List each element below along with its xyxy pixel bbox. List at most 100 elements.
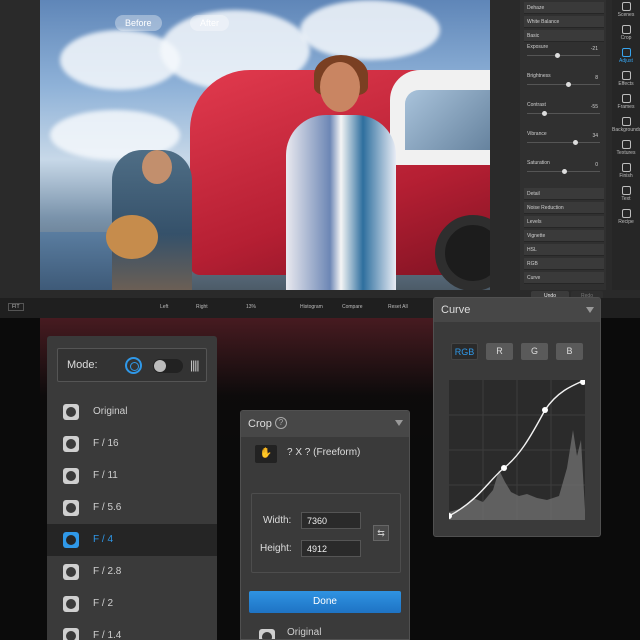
tool-label: Frames: [617, 104, 635, 110]
channel-rgb-button[interactable]: RGB: [451, 343, 478, 360]
slider-knob[interactable]: [562, 169, 567, 174]
aspect-ratio-icon[interactable]: ✋: [255, 445, 277, 463]
slider-value: -55: [590, 104, 598, 110]
aperture-ring-icon[interactable]: [125, 357, 142, 374]
slider-track[interactable]: [527, 113, 600, 114]
tool-text[interactable]: Text: [612, 186, 640, 202]
done-button[interactable]: Done: [249, 591, 401, 613]
crop-panel: Crop ? ✋ ? X ? (Freeform) Width: Height:…: [240, 410, 410, 640]
adjust-section[interactable]: Basic: [524, 30, 604, 42]
slider-knob[interactable]: [573, 140, 579, 145]
aperture-item[interactable]: F / 11: [47, 460, 217, 492]
tool-label: Textures: [616, 150, 636, 156]
curve-point[interactable]: [501, 465, 507, 471]
adjust-section[interactable]: Dehaze: [524, 2, 604, 14]
slider-track[interactable]: [527, 142, 600, 143]
slider-track[interactable]: [527, 84, 600, 85]
adjust-section[interactable]: HSL: [524, 244, 604, 256]
rotate-right-button[interactable]: Right: [196, 304, 208, 310]
compare-button[interactable]: Compare: [342, 304, 363, 310]
adjust-section[interactable]: White Balance: [524, 16, 604, 28]
text-icon: [621, 186, 631, 195]
channel-g-button[interactable]: G: [521, 343, 548, 360]
adjust-slider-brightness[interactable]: Brightness 8: [524, 73, 604, 87]
adjust-section[interactable]: Levels: [524, 216, 604, 228]
aperture-item[interactable]: F / 4: [47, 524, 217, 556]
slider-knob[interactable]: [565, 82, 571, 87]
info-icon[interactable]: ?: [275, 417, 287, 429]
curve-point[interactable]: [542, 407, 548, 413]
aperture-label: F / 16: [93, 438, 119, 449]
aperture-item[interactable]: Original: [47, 396, 217, 428]
original-aperture-icon: [259, 629, 275, 639]
aperture-mode-panel: Mode: |||| Original F / 16 F / 11 F / 5.6 F …: [47, 336, 217, 640]
adjust-section[interactable]: RGB: [524, 258, 604, 270]
after-label[interactable]: After: [190, 15, 230, 31]
adjust-icon: [621, 48, 631, 57]
curve-panel-header: Curve: [434, 298, 600, 322]
aspect-ratio-select[interactable]: ? X ? (Freeform): [287, 447, 360, 458]
mode-header: Mode: ||||: [57, 348, 207, 382]
mode-toggle[interactable]: [153, 359, 183, 373]
tool-frames[interactable]: Frames: [612, 94, 640, 110]
aperture-item[interactable]: F / 5.6: [47, 492, 217, 524]
adjust-slider-saturation[interactable]: Saturation 0: [524, 160, 604, 174]
aperture-item[interactable]: F / 2: [47, 588, 217, 620]
aperture-icon: [63, 596, 79, 612]
adjust-section[interactable]: Noise Reduction: [524, 202, 604, 214]
tool-label: Text: [621, 196, 631, 202]
slider-value: 8: [595, 75, 598, 81]
rotate-left-button[interactable]: Left: [160, 304, 168, 310]
fit-dropdown[interactable]: FIT: [8, 303, 24, 311]
linear-mode-icon[interactable]: ||||: [190, 358, 200, 372]
width-label: Width:: [263, 515, 292, 526]
aperture-icon: [63, 532, 79, 548]
tool-label: Crop: [620, 35, 632, 41]
tool-scenes[interactable]: Scenes: [612, 2, 640, 18]
photo-canvas[interactable]: Before After: [40, 0, 490, 290]
tool-textures[interactable]: Textures: [612, 140, 640, 156]
aperture-icon: [63, 468, 79, 484]
channel-b-button[interactable]: B: [556, 343, 583, 360]
aperture-label: F / 1.4: [93, 630, 122, 640]
tool-finish[interactable]: Finish: [612, 163, 640, 179]
reset-all-button[interactable]: Reset All: [388, 304, 408, 310]
slider-value: -21: [590, 46, 598, 52]
slider-track[interactable]: [527, 55, 600, 56]
swap-dimensions-icon[interactable]: ⇆: [373, 525, 389, 541]
textures-icon: [621, 140, 631, 149]
adjust-section[interactable]: Vignette: [524, 230, 604, 242]
aperture-item[interactable]: F / 1.4: [47, 620, 217, 640]
guitar-shape: [106, 215, 158, 259]
adjust-slider-contrast[interactable]: Contrast -55: [524, 102, 604, 116]
collapse-caret-icon[interactable]: [586, 307, 594, 313]
adjust-panel: Dehaze White Balance Basic Exposure -21 Brigh…: [520, 0, 606, 290]
curve-graph[interactable]: [449, 380, 585, 520]
aperture-label: Original: [93, 406, 128, 417]
tool-crop[interactable]: Crop: [612, 25, 640, 41]
adjust-section[interactable]: Detail: [524, 188, 604, 200]
aperture-item[interactable]: F / 2.8: [47, 556, 217, 588]
tool-adjust[interactable]: Adjust: [612, 48, 640, 64]
slider-label: Brightness: [527, 73, 551, 79]
scenes-icon: [621, 2, 631, 11]
crop-original-item[interactable]: Original: [287, 627, 321, 638]
adjust-slider-vibrance[interactable]: Vibrance 34: [524, 131, 604, 145]
aperture-icon: [63, 436, 79, 452]
collapse-caret-icon[interactable]: [395, 420, 403, 426]
slider-knob[interactable]: [555, 53, 560, 58]
slider-knob[interactable]: [542, 111, 548, 116]
adjust-section[interactable]: Curve: [524, 272, 604, 284]
tool-backgrounds[interactable]: Backgrounds: [612, 117, 640, 133]
width-input[interactable]: [301, 512, 361, 529]
slider-label: Exposure: [527, 44, 549, 50]
aperture-item[interactable]: F / 16: [47, 428, 217, 460]
height-input[interactable]: [301, 540, 361, 557]
tool-effects[interactable]: Effects: [612, 71, 640, 87]
channel-r-button[interactable]: R: [486, 343, 513, 360]
adjust-slider-exposure[interactable]: Exposure -21: [524, 44, 604, 58]
before-label[interactable]: Before: [115, 15, 162, 31]
histogram-button[interactable]: Histogram: [300, 304, 323, 310]
tool-recipe[interactable]: Recipe: [612, 209, 640, 225]
zoom-readout[interactable]: 13%: [246, 304, 256, 310]
